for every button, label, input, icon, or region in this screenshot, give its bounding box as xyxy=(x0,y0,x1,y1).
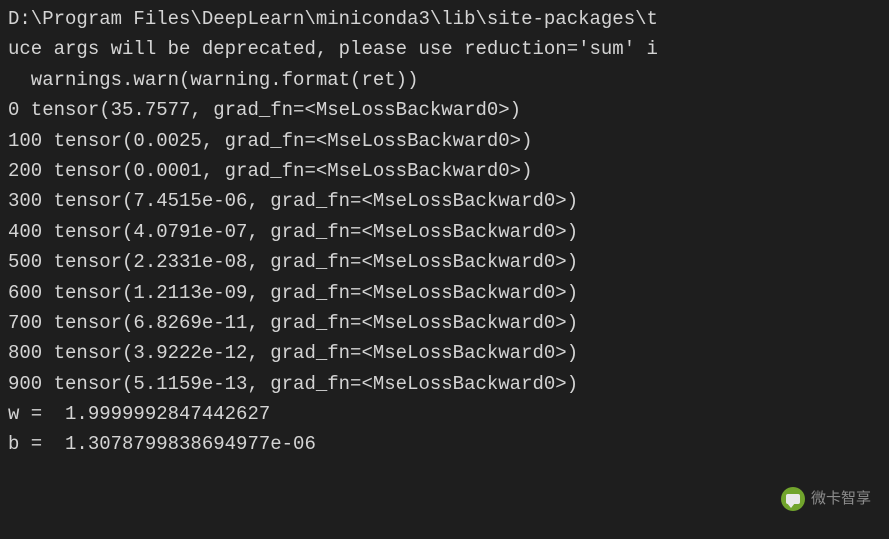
output-line: 100 tensor(0.0025, grad_fn=<MseLossBackw… xyxy=(8,126,881,156)
output-line: 500 tensor(2.2331e-08, grad_fn=<MseLossB… xyxy=(8,247,881,277)
output-line: 600 tensor(1.2113e-09, grad_fn=<MseLossB… xyxy=(8,278,881,308)
output-line: b = 1.3078799838694977e-06 xyxy=(8,429,881,459)
output-line: 700 tensor(6.8269e-11, grad_fn=<MseLossB… xyxy=(8,308,881,338)
watermark: 微卡智享 xyxy=(781,487,871,511)
output-line: 0 tensor(35.7577, grad_fn=<MseLossBackwa… xyxy=(8,95,881,125)
wechat-icon xyxy=(781,487,805,511)
output-line: 400 tensor(4.0791e-07, grad_fn=<MseLossB… xyxy=(8,217,881,247)
output-line: warnings.warn(warning.format(ret)) xyxy=(8,65,881,95)
output-line: D:\Program Files\DeepLearn\miniconda3\li… xyxy=(8,4,881,34)
watermark-text: 微卡智享 xyxy=(811,487,871,511)
output-line: 800 tensor(3.9222e-12, grad_fn=<MseLossB… xyxy=(8,338,881,368)
output-line: 300 tensor(7.4515e-06, grad_fn=<MseLossB… xyxy=(8,186,881,216)
output-line: w = 1.9999992847442627 xyxy=(8,399,881,429)
terminal-output[interactable]: D:\Program Files\DeepLearn\miniconda3\li… xyxy=(8,4,881,460)
output-line: 200 tensor(0.0001, grad_fn=<MseLossBackw… xyxy=(8,156,881,186)
output-line: 900 tensor(5.1159e-13, grad_fn=<MseLossB… xyxy=(8,369,881,399)
output-line: uce args will be deprecated, please use … xyxy=(8,34,881,64)
